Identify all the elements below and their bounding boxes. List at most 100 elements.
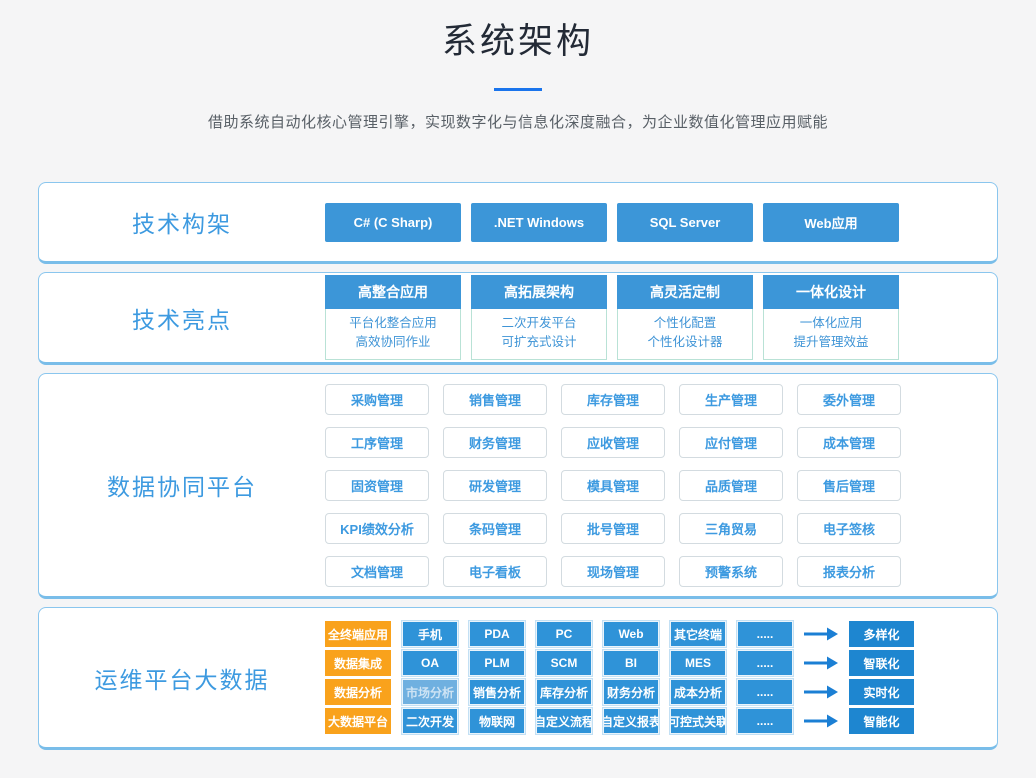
module-chip: 工序管理 [325,427,429,458]
ops-chip: 成本分析 [670,679,726,705]
module-chip: 研发管理 [443,470,547,501]
highlight-card-line: 可扩充式设计 [474,333,604,352]
module-chip: 批号管理 [561,513,665,544]
tech-stack-item: Web应用 [763,203,899,242]
module-chip: 现场管理 [561,556,665,587]
highlight-card-line: 平台化整合应用 [328,314,458,333]
module-chip: 库存管理 [561,384,665,415]
arrow-right-icon [804,714,838,728]
module-chip: 固资管理 [325,470,429,501]
highlight-card-body: 平台化整合应用 高效协同作业 [325,309,461,360]
ops-chip: 自定义报表 [603,708,659,734]
arrow-right-icon [804,656,838,670]
highlight-card-line: 二次开发平台 [474,314,604,333]
module-chip: 应收管理 [561,427,665,458]
module-chip: 售后管理 [797,470,901,501]
title-divider [494,88,542,91]
panel-tech-highlights-label: 技术亮点 [39,301,325,335]
tech-stack-item: SQL Server [617,203,753,242]
highlight-card-title: 高拓展架构 [471,275,607,309]
module-chip: 模具管理 [561,470,665,501]
highlight-card: 一体化设计 一体化应用 提升管理效益 [763,275,899,360]
ops-chip: 手机 [402,621,458,647]
module-chip: 财务管理 [443,427,547,458]
module-chip: 销售管理 [443,384,547,415]
ops-row-analysis: 数据分析 市场分析 销售分析 库存分析 财务分析 成本分析 ..... 实时化 [325,679,914,705]
highlight-card: 高整合应用 平台化整合应用 高效协同作业 [325,275,461,360]
ops-chip: 市场分析 [402,679,458,705]
arrow-right-icon [804,627,838,641]
page-title: 系统架构 [0,22,1036,62]
module-chip: 文档管理 [325,556,429,587]
module-grid: 采购管理 销售管理 库存管理 生产管理 委外管理 工序管理 财务管理 应收管理 … [325,384,901,587]
ops-category: 数据分析 [325,679,391,705]
module-chip: 采购管理 [325,384,429,415]
ops-chip: 自定义流程 [536,708,592,734]
ops-result: 智联化 [849,650,914,676]
module-chip: 委外管理 [797,384,901,415]
module-chip: 报表分析 [797,556,901,587]
highlight-card-body: 二次开发平台 可扩充式设计 [471,309,607,360]
ops-chip: PC [536,621,592,647]
tech-stack-item: .NET Windows [471,203,607,242]
ops-chip: 销售分析 [469,679,525,705]
tech-stack-item: C# (C Sharp) [325,203,461,242]
ops-result: 实时化 [849,679,914,705]
highlight-card-body: 一体化应用 提升管理效益 [763,309,899,360]
module-chip: 电子看板 [443,556,547,587]
panel-tech-highlights: 技术亮点 高整合应用 平台化整合应用 高效协同作业 高拓展架构 二次开发平台 可… [38,272,998,365]
ops-chip: 其它终端 [670,621,726,647]
ops-chip: OA [402,650,458,676]
module-chip: 条码管理 [443,513,547,544]
ops-chip: 可控式关联 [670,708,726,734]
ops-chip: 库存分析 [536,679,592,705]
panel-ops-platform: 运维平台大数据 全终端应用 手机 PDA PC Web 其它终端 ..... 多… [38,607,998,750]
ops-row-integration: 数据集成 OA PLM SCM BI MES ..... 智联化 [325,650,914,676]
ops-category: 数据集成 [325,650,391,676]
module-chip: 生产管理 [679,384,783,415]
page-subtitle: 借助系统自动化核心管理引擎，实现数字化与信息化深度融合，为企业数值化管理应用赋能 [0,111,1036,132]
module-chip: KPI绩效分析 [325,513,429,544]
ops-result: 智能化 [849,708,914,734]
ops-category: 大数据平台 [325,708,391,734]
module-chip: 应付管理 [679,427,783,458]
ops-chip: ..... [737,708,793,734]
panel-ops-platform-label: 运维平台大数据 [39,661,325,695]
ops-chip: 财务分析 [603,679,659,705]
ops-chip: Web [603,621,659,647]
highlight-card-body: 个性化配置 个性化设计器 [617,309,753,360]
ops-row-bigdata: 大数据平台 二次开发 物联网 自定义流程 自定义报表 可控式关联 ..... 智… [325,708,914,734]
panel-data-platform: 数据协同平台 采购管理 销售管理 库存管理 生产管理 委外管理 工序管理 财务管… [38,373,998,599]
highlight-card-line: 高效协同作业 [328,333,458,352]
architecture-diagram: 技术构架 C# (C Sharp) .NET Windows SQL Serve… [0,182,1036,750]
ops-result: 多样化 [849,621,914,647]
page-header: 系统架构 借助系统自动化核心管理引擎，实现数字化与信息化深度融合，为企业数值化管… [0,0,1036,132]
ops-chip: MES [670,650,726,676]
highlight-card-line: 一体化应用 [766,314,896,333]
ops-chip: 二次开发 [402,708,458,734]
panel-data-platform-label: 数据协同平台 [39,468,325,502]
ops-chip: ..... [737,621,793,647]
ops-chip: ..... [737,679,793,705]
highlight-card: 高拓展架构 二次开发平台 可扩充式设计 [471,275,607,360]
arrow-right-icon [804,685,838,699]
highlight-card-line: 个性化配置 [620,314,750,333]
module-chip: 三角贸易 [679,513,783,544]
ops-category: 全终端应用 [325,621,391,647]
module-chip: 电子签核 [797,513,901,544]
ops-chip: PLM [469,650,525,676]
ops-row-terminals: 全终端应用 手机 PDA PC Web 其它终端 ..... 多样化 [325,621,914,647]
ops-chip: 物联网 [469,708,525,734]
module-chip: 成本管理 [797,427,901,458]
ops-chip: BI [603,650,659,676]
highlight-card-line: 个性化设计器 [620,333,750,352]
module-chip: 品质管理 [679,470,783,501]
highlight-card-title: 高灵活定制 [617,275,753,309]
ops-chip: ..... [737,650,793,676]
tech-stack-row: C# (C Sharp) .NET Windows SQL Server Web… [325,203,899,242]
highlight-card: 高灵活定制 个性化配置 个性化设计器 [617,275,753,360]
panel-tech-framework-label: 技术构架 [39,205,325,239]
ops-chip: PDA [469,621,525,647]
highlight-cards-row: 高整合应用 平台化整合应用 高效协同作业 高拓展架构 二次开发平台 可扩充式设计… [325,275,899,360]
module-chip: 预警系统 [679,556,783,587]
